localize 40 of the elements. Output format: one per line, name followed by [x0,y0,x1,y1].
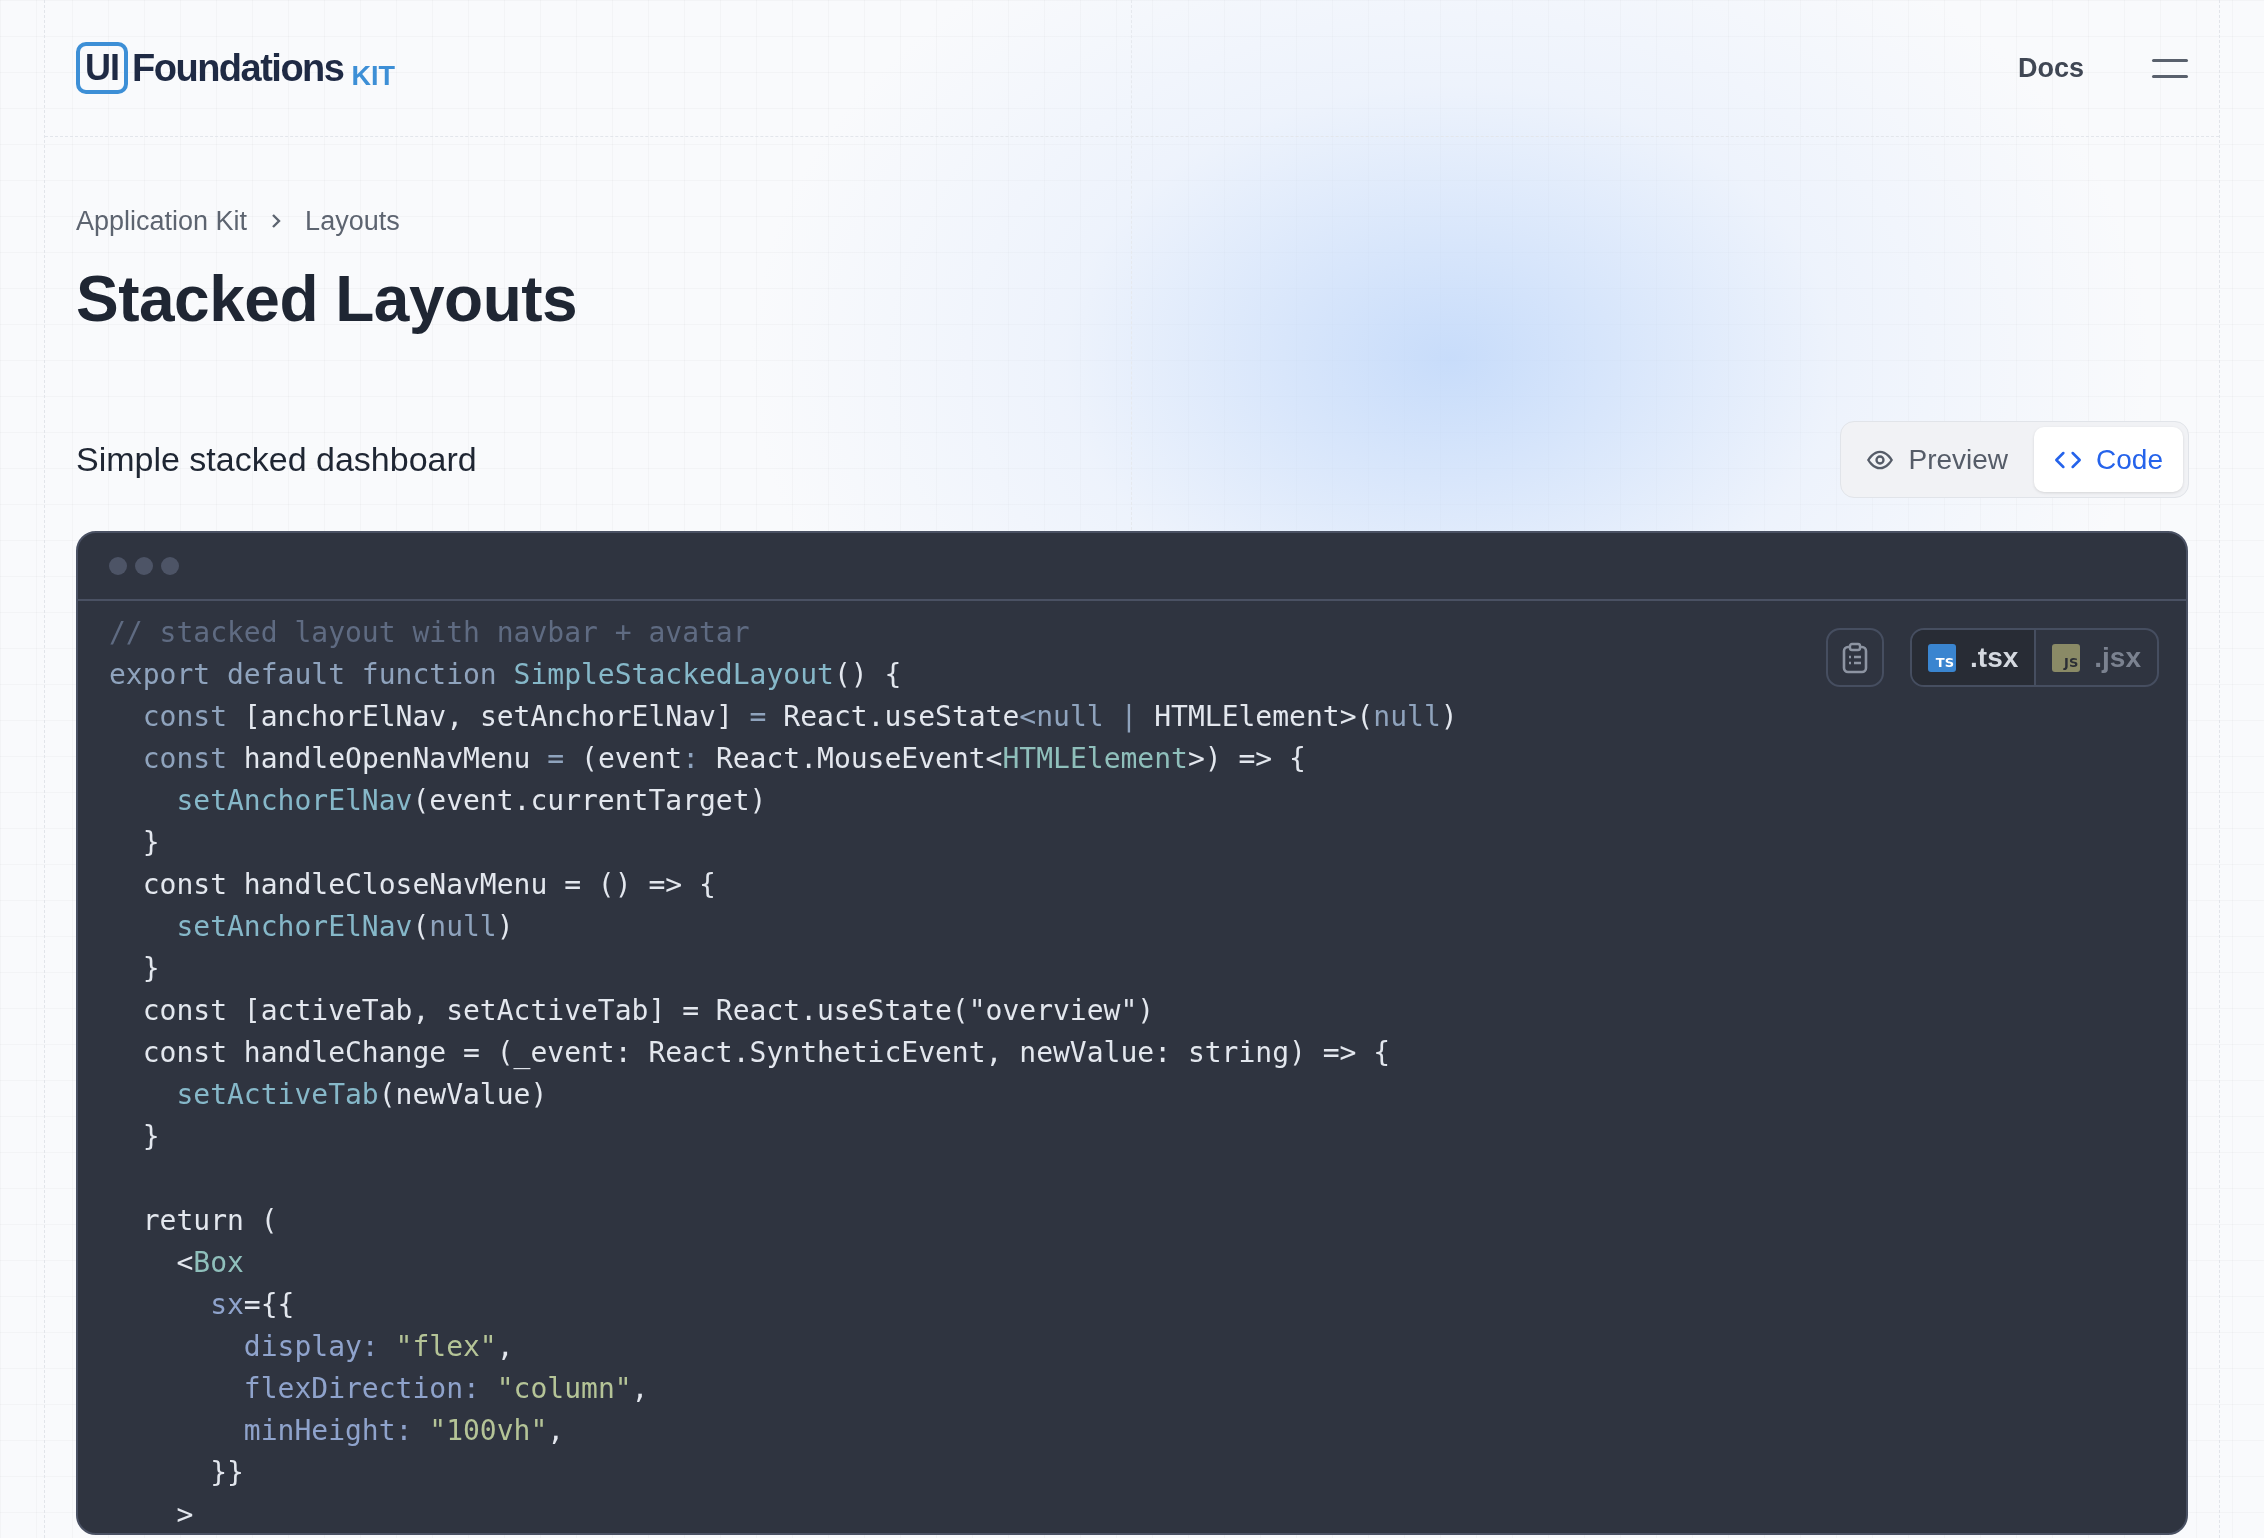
clipboard-icon [1842,641,1869,674]
code-line: const [activeTab, setActiveTab] = React.useState("overview") [141,993,1155,1029]
view-tab[interactable]: Code [2034,427,2183,492]
code-line: }} [209,1455,244,1491]
code-line: display: "flex", [242,1329,514,1365]
file-tab[interactable]: JS .jsx [2034,630,2157,685]
code-line: setActiveTab(newValue) [175,1077,548,1113]
language-badge: TS [1928,643,1957,672]
window-dot [161,557,179,575]
code-line: const [anchorElNav, setAnchorElNav] = React.useState<null | HTMLElement>(null) [141,699,1458,735]
docs-link[interactable]: Docs [2017,52,2084,84]
code-line: const handleChange = (_event: React.SyntheticEvent, newValue: string) => { [141,1035,1391,1071]
copy-button[interactable] [1826,628,1885,687]
window-dot [135,557,153,575]
code-line: export default function SimpleStackedLayout() { [109,657,902,693]
logo-suffix: KIT [351,61,395,92]
code-line: flexDirection: "column", [242,1371,649,1407]
file-tab[interactable]: TS .tsx [1912,630,2035,685]
logo-mark: UI [76,42,128,94]
code-line: sx={{ [209,1287,295,1323]
code-line: const handleCloseNavMenu = () => { [141,867,716,903]
code-line: } [141,1119,160,1155]
window-dot [109,557,127,575]
breadcrumb-link[interactable]: Application Kit [76,205,248,237]
code-line: <Box [175,1245,244,1281]
breadcrumb-link[interactable]: Layouts [305,205,400,237]
code-line: setAnchorElNav(null) [175,909,514,945]
logo-text: Foundations [132,46,344,90]
code-line: const handleOpenNavMenu = (event: React.MouseEvent<HTMLElement>) => { [141,741,1306,777]
code-line: } [141,951,160,987]
view-tab[interactable]: Preview [1846,427,2029,492]
code-line: // stacked layout with navbar + avatar [109,615,750,651]
page-title: Stacked Layouts [76,262,579,337]
code-line: setAnchorElNav(event.currentTarget) [175,783,767,819]
code-line: > [175,1497,194,1533]
code-line: } [141,825,160,861]
section-title: Simple stacked dashboard [76,440,478,479]
language-badge: JS [2052,643,2081,672]
code-line: minHeight: "100vh", [242,1413,565,1449]
code-line: return ( [141,1203,278,1239]
